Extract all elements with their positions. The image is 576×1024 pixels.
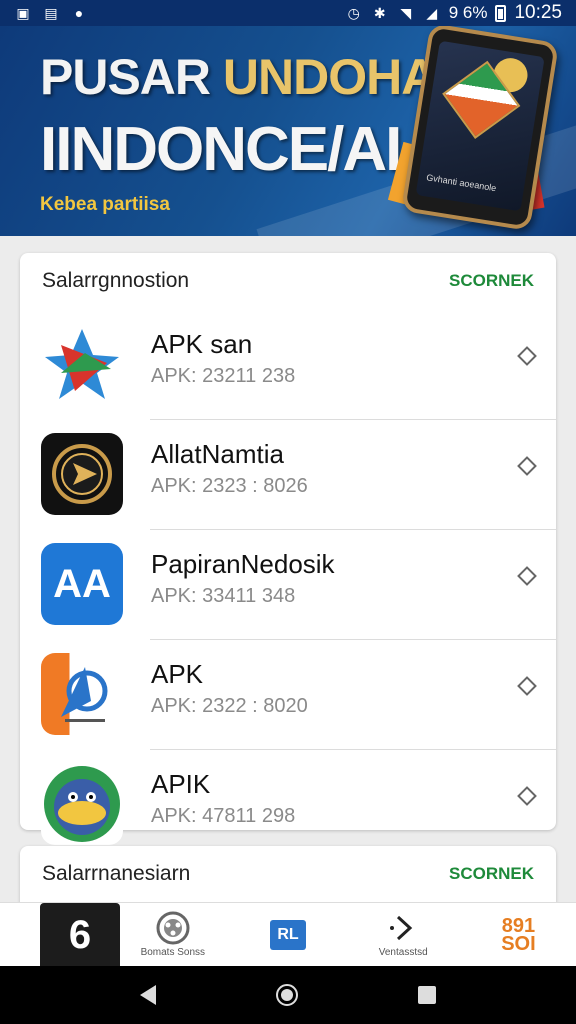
banner-title-line2: IINDONCE/AI bbox=[40, 115, 402, 184]
app-version: APK: 23211 238 bbox=[151, 365, 296, 387]
image-icon: ▤ bbox=[44, 4, 58, 21]
battery-icon bbox=[495, 4, 507, 22]
chevron-icon[interactable] bbox=[517, 566, 537, 586]
chevron-icon[interactable] bbox=[517, 456, 537, 476]
bomb-icon bbox=[156, 911, 190, 945]
wifi-icon: ◥ bbox=[400, 4, 412, 21]
photo-icon: ▣ bbox=[16, 4, 30, 21]
app-version: APK: 47811 298 bbox=[151, 805, 296, 827]
banner-title-line1: PUSAR UNDOHAN bbox=[40, 49, 472, 105]
app-list-card: Salarrgnnostion SCORNEK APK san APK: 232… bbox=[20, 253, 556, 845]
see-more-link[interactable]: SCORNEK bbox=[449, 271, 534, 291]
star-arrow-app-icon bbox=[41, 323, 123, 405]
numbers-icon: 891 SOI bbox=[501, 914, 536, 955]
see-more-link[interactable]: SCORNEK bbox=[449, 864, 534, 884]
list-item[interactable]: AllatNamtia APK: 2323 : 8026 bbox=[20, 419, 556, 529]
section-title: Salarrgnnostion bbox=[42, 269, 190, 292]
gold-emblem-app-icon bbox=[41, 433, 123, 515]
shazam-icon: ● bbox=[74, 5, 84, 21]
bottom-navigation: 6 Bomats Sonss RL Ventasstsd 891 SOI bbox=[0, 902, 576, 967]
aa-app-icon: AA bbox=[41, 543, 123, 625]
app-version: APK: 33411 348 bbox=[151, 585, 296, 607]
status-bar: ▣ ▤ ● ◷ ✱ ◥ ◢ 9 6% 10:25 bbox=[0, 0, 576, 26]
signal-icon: ◢ bbox=[426, 4, 438, 21]
banner-tagline: Kebea partiisa bbox=[40, 194, 170, 215]
navigator-app-icon bbox=[41, 653, 123, 735]
clock: 10:25 bbox=[514, 2, 562, 23]
promo-banner[interactable]: PUSAR UNDOHAN IINDONCE/AI Kebea partiisa… bbox=[0, 26, 576, 236]
section-title: Salarrnanesiarn bbox=[42, 862, 191, 885]
list-item[interactable]: APIK APK: 47811 298 bbox=[20, 749, 556, 859]
fb-icon: RL bbox=[270, 919, 306, 950]
nav-label: Bomats Sonss bbox=[140, 947, 206, 958]
list-item[interactable]: APK APK: 2322 : 8020 bbox=[20, 639, 556, 749]
calculator-icon: 6 bbox=[40, 903, 120, 967]
nav-share[interactable]: Ventasstsd bbox=[346, 903, 461, 966]
list-item[interactable]: AA PapiranNedosik APK: 33411 348 bbox=[20, 529, 556, 639]
app-name: AllatNamtia bbox=[151, 439, 284, 469]
app-version: APK: 2323 : 8026 bbox=[151, 475, 308, 497]
chevron-icon[interactable] bbox=[517, 346, 537, 366]
cartoon-bird-app-icon bbox=[41, 763, 123, 845]
nav-label: Ventasstsd bbox=[378, 947, 428, 958]
back-icon[interactable] bbox=[140, 985, 156, 1005]
app-name: APK bbox=[151, 659, 204, 689]
chevron-icon[interactable] bbox=[517, 676, 537, 696]
home-icon[interactable] bbox=[276, 984, 298, 1006]
nav-calculator[interactable]: 6 bbox=[0, 903, 120, 967]
recents-icon[interactable] bbox=[418, 986, 436, 1004]
nav-numbers[interactable]: 891 SOI bbox=[461, 903, 576, 966]
app-name: PapiranNedosik bbox=[151, 549, 335, 579]
app-name: APK san bbox=[151, 329, 253, 359]
list-item[interactable]: APK san APK: 23211 238 bbox=[20, 309, 556, 419]
system-nav-bar bbox=[0, 966, 576, 1024]
nav-bomb[interactable]: Bomats Sonss bbox=[115, 903, 230, 966]
nav-facebook[interactable]: RL bbox=[230, 903, 345, 966]
battery-percent: 9 6% bbox=[448, 3, 488, 22]
bluetooth-icon: ✱ bbox=[373, 4, 386, 21]
app-version: APK: 2322 : 8020 bbox=[151, 695, 308, 717]
share-icon bbox=[390, 915, 413, 941]
chevron-icon[interactable] bbox=[517, 786, 537, 806]
alarm-icon: ◷ bbox=[347, 4, 360, 21]
app-name: APIK bbox=[151, 769, 211, 799]
